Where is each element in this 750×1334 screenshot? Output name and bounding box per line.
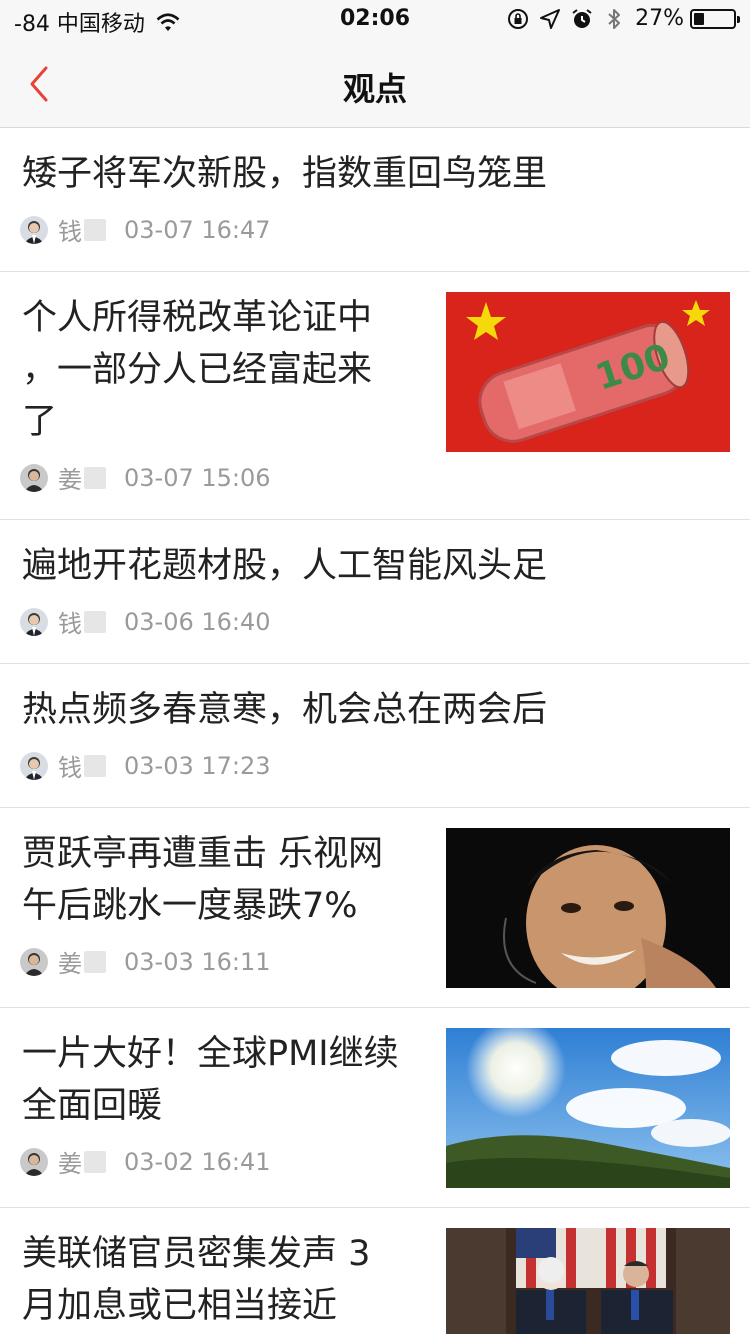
article-meta: 姜 03-07 15:06 (20, 460, 271, 495)
article-title: 矮子将军次新股，指数重回鸟笼里 (22, 154, 548, 194)
redacted-name-block (84, 950, 106, 973)
location-icon (540, 8, 561, 29)
article-meta: 钱 03-03 17:23 (20, 748, 271, 783)
article-meta: 姜 03-02 16:41 (20, 1144, 271, 1179)
author-name: 姜 (58, 460, 124, 495)
article-list: 矮子将军次新股，指数重回鸟笼里 钱 03-07 16:47 个人所得税改革论证中… (0, 128, 750, 1334)
author-avatar (20, 463, 48, 492)
author-avatar (20, 1147, 48, 1176)
article-title: 热点频多春意寒，机会总在两会后 (22, 690, 548, 730)
author-avatar (20, 607, 48, 636)
battery-percent: 27% (635, 6, 684, 31)
author-name: 钱 (58, 604, 124, 639)
redacted-name-block (84, 1150, 106, 1173)
redacted-name-block (84, 466, 106, 489)
bluetooth-icon (608, 8, 621, 29)
article-title: 个人所得税改革论证中 ，一部分人已经富起来 了 (22, 298, 373, 442)
publish-time: 03-07 16:47 (124, 215, 271, 244)
article-item[interactable]: 遍地开花题材股，人工智能风头足 钱 03-06 16:40 (0, 520, 750, 664)
publish-time: 03-03 17:23 (124, 751, 271, 780)
article-title: 遍地开花题材股，人工智能风头足 (22, 546, 548, 586)
publish-time: 03-03 16:11 (124, 947, 271, 976)
article-title: 贾跃亭再遭重击 乐视网 午后跳水一度暴跌7% (22, 834, 384, 926)
author-avatar (20, 215, 48, 244)
article-meta: 钱 03-07 16:47 (20, 212, 271, 247)
sky-thumbnail[interactable] (446, 1028, 730, 1188)
article-item[interactable]: 个人所得税改革论证中 ，一部分人已经富起来 了 姜 03-07 15:06 10… (0, 272, 750, 520)
article-meta: 钱 03-06 16:40 (20, 604, 271, 639)
redacted-name-block (84, 754, 106, 777)
redacted-name-block (84, 610, 106, 633)
author-avatar (20, 751, 48, 780)
author-name: 钱 (58, 748, 124, 783)
alarm-icon (572, 8, 592, 28)
author-name: 钱 (58, 212, 124, 247)
author-name: 姜 (58, 1144, 124, 1179)
navigation-bar: 观点 (0, 40, 750, 128)
article-meta: 姜 03-03 16:11 (20, 944, 271, 979)
article-item[interactable]: 矮子将军次新股，指数重回鸟笼里 钱 03-07 16:47 (0, 128, 750, 272)
rotation-lock-icon (508, 8, 529, 29)
article-item[interactable]: 热点频多春意寒，机会总在两会后 钱 03-03 17:23 (0, 664, 750, 808)
article-item[interactable]: 美联储官员密集发声 3 月加息或已相当接近 (0, 1208, 750, 1334)
publish-time: 03-06 16:40 (124, 607, 271, 636)
redacted-name-block (84, 218, 106, 241)
author-name: 姜 (58, 944, 124, 979)
status-right: 27% (507, 6, 740, 31)
publish-time: 03-07 15:06 (124, 463, 271, 492)
article-title: 一片大好！全球PMI继续 全面回暖 (22, 1034, 399, 1126)
article-item[interactable]: 贾跃亭再遭重击 乐视网 午后跳水一度暴跌7% 姜 03-03 16:11 (0, 808, 750, 1008)
banknote-thumbnail[interactable]: 100 (446, 292, 730, 452)
status-bar: -84 中国移动 02:06 27% (0, 0, 750, 40)
page-title: 观点 (342, 70, 407, 108)
portrait-thumbnail[interactable] (446, 828, 730, 988)
publish-time: 03-02 16:41 (124, 1147, 271, 1176)
battery-icon (690, 8, 740, 29)
article-item[interactable]: 一片大好！全球PMI继续 全面回暖 姜 03-02 16:41 (0, 1008, 750, 1208)
author-avatar (20, 947, 48, 976)
officials-thumbnail[interactable] (446, 1228, 730, 1334)
article-title: 美联储官员密集发声 3 月加息或已相当接近 (22, 1234, 371, 1326)
battery-fill (694, 12, 704, 25)
